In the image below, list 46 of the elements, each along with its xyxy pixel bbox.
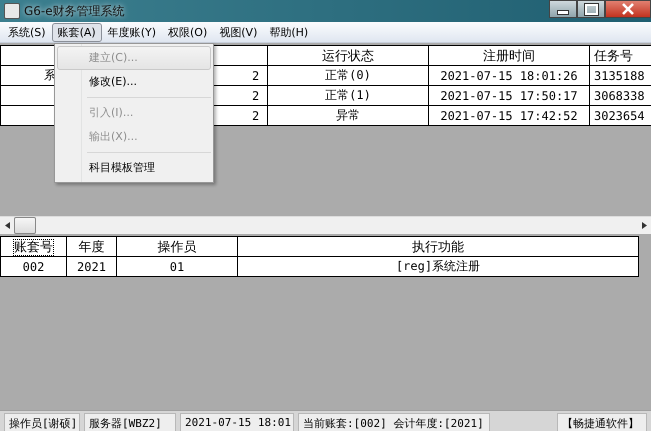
horizontal-scrollbar[interactable]: [0, 216, 651, 234]
column-header: 执行功能: [412, 240, 464, 254]
column-header: 注册时间: [483, 48, 535, 64]
maximize-icon: [584, 4, 598, 14]
window-title: G6-e财务管理系统: [24, 2, 126, 20]
status-panel: 服务器[WBZ2]: [84, 413, 176, 431]
close-icon: [621, 3, 635, 15]
table-cell: 3023654: [594, 108, 645, 122]
column-header: 账套号: [14, 240, 53, 254]
table-cell: 2021-07-15 17:50:17: [440, 88, 578, 102]
column-header: 年度: [78, 240, 104, 254]
menu-item[interactable]: 权限(O): [162, 22, 214, 42]
menu-item[interactable]: 视图(V): [213, 22, 264, 42]
menu-option[interactable]: 科目模板管理: [57, 156, 211, 180]
minimize-button[interactable]: [549, 0, 577, 18]
scrollbar-thumb[interactable]: [14, 217, 36, 234]
table-cell: 正常(1): [325, 88, 371, 102]
table-cell: 2: [252, 68, 260, 82]
table-cell: [reg]系统注册: [396, 259, 480, 273]
table-cell: 3135188: [594, 68, 645, 82]
minimize-icon: [557, 10, 569, 14]
menu-item[interactable]: 账套(A): [52, 22, 102, 42]
status-panel: 当前账套:[002] 会计年度:[2021]: [298, 413, 490, 431]
menu-item[interactable]: 帮助(H): [263, 22, 314, 42]
close-button[interactable]: [605, 0, 651, 18]
column-header: 任务号: [594, 48, 633, 64]
maximize-button[interactable]: [577, 0, 605, 18]
table-cell: 01: [170, 260, 184, 274]
menu-item[interactable]: 系统(S): [2, 22, 52, 42]
status-panel: 操作员[谢硕]: [4, 413, 80, 431]
table-cell: 正常(0): [325, 68, 371, 82]
table-cell: 002: [22, 260, 44, 274]
table-cell: 2: [252, 108, 260, 122]
table-cell: 异常: [336, 108, 360, 122]
column-header: 运行状态: [322, 48, 374, 64]
menu-item[interactable]: 年度账(Y): [102, 22, 162, 42]
menu-option[interactable]: 修改(E)...: [57, 70, 211, 94]
table-cell: 2021: [77, 260, 106, 274]
table-cell: 3068338: [594, 88, 645, 102]
status-panel: 2021-07-15 18:01: [180, 413, 294, 431]
status-panel: 【畅捷通软件】: [557, 413, 647, 431]
table-cell: 2: [252, 88, 260, 102]
app-icon: [4, 3, 20, 19]
table-cell: 2021-07-15 18:01:26: [440, 68, 578, 82]
column-header: 操作员: [158, 240, 196, 254]
table-cell: 2021-07-15 17:42:52: [440, 108, 578, 122]
